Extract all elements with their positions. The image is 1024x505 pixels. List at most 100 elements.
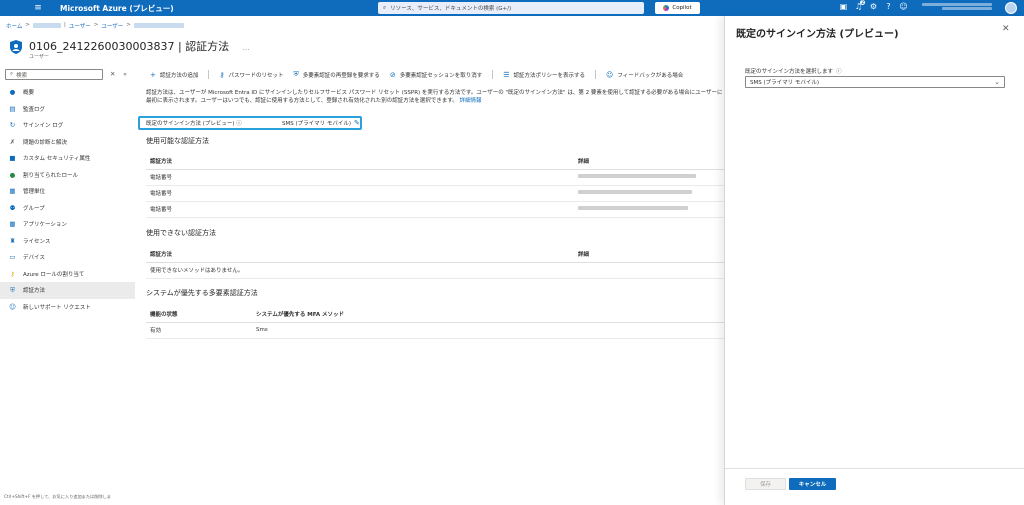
brand-title[interactable]: Microsoft Azure (プレビュー) [60, 3, 174, 14]
default-signin-label: 既定のサインイン方法 (プレビュー) ⓘ [146, 121, 242, 127]
detail-cell [574, 169, 724, 186]
breadcrumb-users-2[interactable]: ユーザー [101, 22, 123, 30]
top-bar: ≡ Microsoft Azure (プレビュー) ⌕ リソース、サービス、ドキ… [0, 0, 1024, 16]
top-icons: ▣ ♫ 2 ⚙ ? ☺ [836, 0, 911, 11]
hamburger-icon[interactable]: ≡ [30, 3, 46, 13]
bell-icon[interactable]: ♫ 2 [851, 0, 866, 11]
col-detail: 詳細 [574, 246, 724, 263]
sidebar-item-groups[interactable]: ⚉ グループ [0, 200, 135, 217]
group-icon: ⚉ [9, 203, 16, 212]
account-info[interactable] [922, 3, 1002, 13]
table-header: 機能の状態 システムが優先する MFA メソッド [146, 306, 724, 323]
sidebar-item-diagnose[interactable]: ✗ 問題の診断と解決 [0, 134, 135, 151]
default-method-select[interactable]: SMS (プライマリ モバイル) ⌄ [745, 76, 1005, 88]
sidebar-item-devices[interactable]: ▭ デバイス [0, 249, 135, 266]
support-icon: ☺ [9, 302, 16, 311]
sidebar-item-custom-attributes[interactable]: ■ カスタム セキュリティ属性 [0, 150, 135, 167]
signin-icon: ↻ [9, 121, 16, 129]
default-method-panel: 既定のサインイン方法 (プレビュー) ✕ 既定のサインイン方法を選択します ⓘ S… [724, 16, 1024, 505]
show-policy-button[interactable]: ☰ 認証方法ポリシーを表示する [503, 71, 585, 79]
col-method: 認証方法 [146, 246, 574, 263]
breadcrumb-user[interactable] [133, 23, 184, 28]
table-row[interactable]: 電話番号 [146, 201, 724, 218]
panel-select-label: 既定のサインイン方法を選択します ⓘ [745, 69, 842, 75]
cloud-shell-icon[interactable]: ▣ [836, 2, 851, 11]
log-icon: ▤ [9, 104, 16, 113]
gear-icon[interactable]: ⚙ [866, 2, 881, 11]
unusable-methods-heading: 使用できない認証方法 [146, 229, 216, 237]
usable-methods-heading: 使用可能な認証方法 [146, 137, 209, 145]
description-text: 認証方法は、ユーザーが Microsoft Entra ID にサインインしたり… [146, 90, 723, 104]
table-header: 認証方法 詳細 [146, 246, 724, 263]
close-icon[interactable]: ✕ [1002, 24, 1010, 34]
panel-title: 既定のサインイン方法 (プレビュー) [736, 29, 899, 40]
default-signin-method-row: 既定のサインイン方法 (プレビュー) ⓘ SMS (プライマリ モバイル) ✎ [138, 116, 362, 130]
sidebar-footer-hint: Ctrl+Shift+F を押して、お気に入り追加または削除しま [4, 494, 111, 499]
panel-footer-divider [725, 468, 1024, 469]
info-icon[interactable]: ⓘ [236, 121, 242, 127]
wrench-icon: ✗ [9, 137, 16, 146]
feedback-button[interactable]: ☺ フィードバックがある場合 [606, 71, 683, 79]
avatar[interactable] [1005, 2, 1017, 14]
feedback-icon[interactable]: ☺ [896, 2, 911, 11]
empty-message: 使用できないメソッドはありません。 [146, 262, 724, 279]
method-cell: 電話番号 [146, 201, 574, 218]
sidebar-item-audit-log[interactable]: ▤ 監査ログ [0, 101, 135, 118]
expand-icon[interactable]: ✕ [110, 70, 115, 78]
add-method-button[interactable]: + 認証方法の追加 [150, 71, 198, 79]
sidebar-item-assigned-roles[interactable]: ● 割り当てられたロール [0, 167, 135, 184]
unusable-methods-table: 認証方法 詳細 使用できないメソッドはありません。 [146, 246, 724, 279]
edit-pencil-icon[interactable]: ✎ [354, 119, 360, 127]
key-icon: ⚷ [219, 70, 225, 79]
breadcrumb-users[interactable]: ユーザー [69, 22, 91, 30]
copilot-label: Copilot [672, 5, 692, 11]
description: 認証方法は、ユーザーが Microsoft Entra ID にサインインしたり… [146, 89, 724, 105]
detail-cell [574, 185, 724, 202]
sidebar-search-input[interactable]: ⌕ 検索 [5, 69, 103, 80]
mfa-method-cell: Sms [252, 322, 724, 339]
sidebar-item-signin-log[interactable]: ↻ サインイン ログ [0, 117, 135, 134]
sidebar-item-azure-roles[interactable]: ⚷ Azure ロールの割り当て [0, 266, 135, 283]
copilot-icon [663, 5, 670, 11]
learn-more-link[interactable]: 詳細情報 [459, 98, 481, 104]
page-title: 0106_2412260030003837 | 認証方法 … [29, 38, 250, 54]
admin-unit-icon: ▦ [9, 187, 16, 195]
revoke-mfa-button[interactable]: ⊘ 多要素認証セッションを取り消す [390, 71, 482, 79]
sidebar-item-auth-methods[interactable]: ⛨ 認証方法 [0, 282, 135, 299]
usable-methods-table: 認証方法 詳細 電話番号 電話番号 電話番号 [146, 153, 724, 218]
method-cell: 電話番号 [146, 169, 574, 186]
sidebar-item-licenses[interactable]: ♜ ライセンス [0, 233, 135, 250]
table-row[interactable]: 電話番号 [146, 169, 724, 186]
chevron-down-icon: ⌄ [994, 78, 1000, 86]
sidebar-item-support-request[interactable]: ☺ 新しいサポート リクエスト [0, 299, 135, 316]
sidebar-search-placeholder: 検索 [16, 72, 28, 79]
save-button[interactable]: 保存 [745, 478, 786, 490]
search-placeholder: リソース、サービス、ドキュメントの検索 (G+/) [390, 6, 512, 12]
copilot-button[interactable]: Copilot [655, 2, 700, 14]
table-row[interactable]: 電話番号 [146, 185, 724, 202]
info-icon[interactable]: ⓘ [836, 69, 842, 75]
command-bar: + 認証方法の追加 ⚷ パスワードのリセット ⛨ 多要素認証の再登録を要求する ⊘ 多要… [150, 70, 693, 79]
global-search-input[interactable]: ⌕ リソース、サービス、ドキュメントの検索 (G+/) [378, 2, 644, 14]
more-icon[interactable]: … [243, 44, 250, 52]
col-detail: 詳細 [574, 153, 724, 170]
col-state: 機能の状態 [146, 306, 252, 323]
apps-icon: ▦ [9, 220, 16, 228]
tag-icon: ■ [9, 154, 16, 162]
shield-icon: ⛨ [293, 70, 299, 78]
sidebar: ● 概要 ▤ 監査ログ ↻ サインイン ログ ✗ 問題の診断と解決 ■ カスタム セキュリ… [0, 84, 135, 315]
collapse-icon[interactable]: « [123, 70, 127, 78]
search-icon: ⌕ [10, 71, 14, 77]
cancel-button[interactable]: キャンセル [789, 478, 836, 490]
sidebar-item-applications[interactable]: ▦ アプリケーション [0, 216, 135, 233]
method-cell: 電話番号 [146, 185, 574, 202]
reset-password-button[interactable]: ⚷ パスワードのリセット [219, 71, 283, 79]
select-value: SMS (プライマリ モバイル) [750, 80, 820, 86]
breadcrumb-tenant[interactable] [32, 23, 61, 28]
sidebar-item-admin-units[interactable]: ▦ 管理単位 [0, 183, 135, 200]
sidebar-item-overview[interactable]: ● 概要 [0, 84, 135, 101]
help-icon[interactable]: ? [881, 2, 896, 11]
breadcrumb-home[interactable]: ホーム [6, 22, 22, 30]
require-mfa-button[interactable]: ⛨ 多要素認証の再登録を要求する [294, 70, 380, 79]
col-method: 認証方法 [146, 153, 574, 170]
